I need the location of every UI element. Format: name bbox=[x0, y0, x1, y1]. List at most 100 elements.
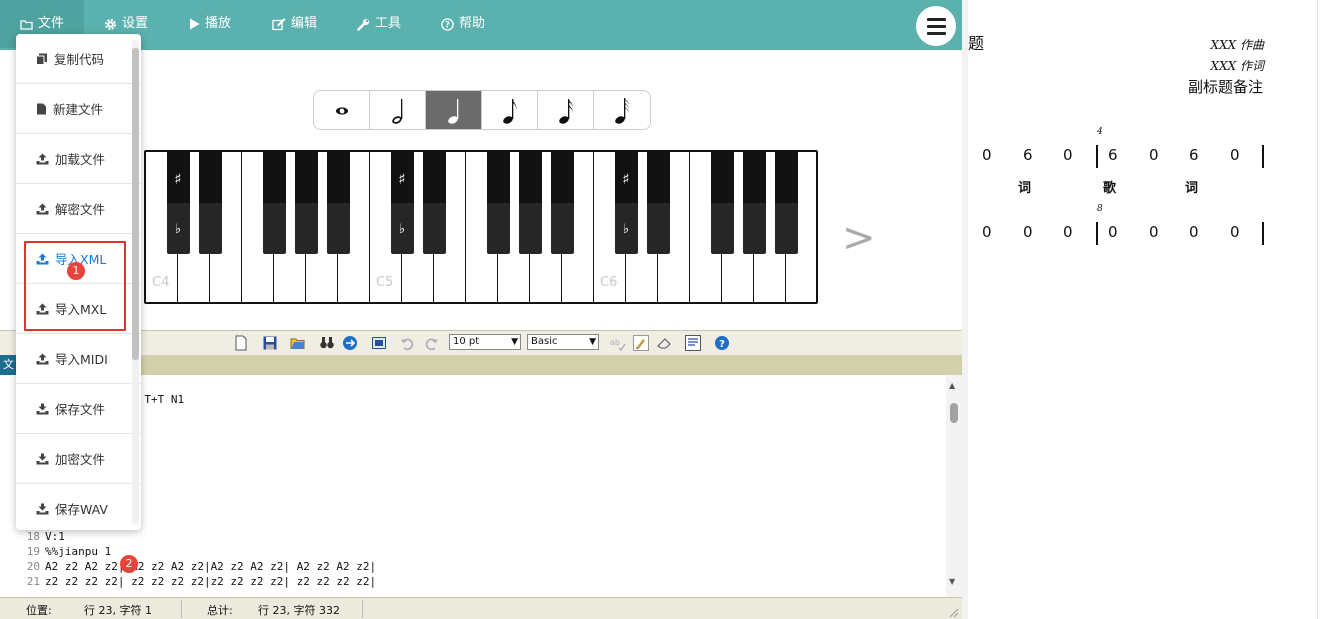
scroll-down-icon[interactable]: ▼ bbox=[949, 577, 955, 586]
save-icon[interactable] bbox=[262, 335, 278, 351]
eighth-note-button[interactable] bbox=[482, 91, 538, 129]
dropdown-scroll-thumb[interactable] bbox=[132, 48, 139, 360]
jianpu-note: 0 bbox=[1230, 146, 1240, 164]
black-key[interactable] bbox=[646, 152, 670, 254]
code-line: R-P-Q-T C1 O1, T+T N1 bbox=[0, 393, 940, 408]
new-document-icon[interactable] bbox=[233, 335, 249, 351]
code-line: e bbox=[0, 499, 940, 514]
pane-divider bbox=[1317, 0, 1318, 619]
menu-edit[interactable]: 编辑 bbox=[272, 0, 317, 48]
word-wrap-icon[interactable] bbox=[685, 335, 701, 351]
file-menu-item[interactable]: 保存WAV bbox=[16, 484, 141, 530]
highlight-brush-icon[interactable] bbox=[633, 335, 649, 351]
hamburger-menu-button[interactable] bbox=[916, 6, 956, 46]
spellcheck-icon[interactable]: ab bbox=[610, 335, 626, 351]
jianpu-note: 0 bbox=[1189, 223, 1199, 241]
download-icon bbox=[36, 453, 49, 465]
code-area[interactable]: R-P-Q-T C1 O1, T+T N1ponfont 18.0ravura … bbox=[0, 375, 946, 597]
black-key[interactable] bbox=[198, 152, 222, 254]
menu-help[interactable]: ? 帮助 bbox=[441, 0, 485, 48]
scroll-thumb[interactable] bbox=[950, 403, 958, 423]
syntax-style-select[interactable]: Basic ▼ bbox=[527, 334, 599, 350]
menu-tools[interactable]: 工具 bbox=[357, 0, 401, 48]
chevron-down-icon: ▼ bbox=[589, 337, 596, 347]
undo-icon[interactable] bbox=[399, 335, 415, 351]
menu-tools-label: 工具 bbox=[375, 16, 402, 31]
dropdown-scrollbar[interactable] bbox=[132, 40, 139, 524]
octave-label: C5 bbox=[376, 275, 394, 290]
black-key[interactable]: ♯ ♭ bbox=[166, 152, 190, 254]
copy-icon bbox=[36, 53, 48, 65]
sharp-symbol: ♯ bbox=[622, 170, 630, 188]
total-label: 总计: bbox=[207, 604, 233, 617]
sixteenth-note-button[interactable] bbox=[538, 91, 594, 129]
jianpu-note: 0 bbox=[1108, 223, 1118, 241]
black-key[interactable]: ♯ ♭ bbox=[614, 152, 638, 254]
lyric-syllable: 词 bbox=[1185, 181, 1199, 196]
eraser-icon[interactable] bbox=[656, 335, 672, 351]
black-key[interactable] bbox=[486, 152, 510, 254]
edit-icon bbox=[272, 17, 286, 30]
file-icon bbox=[36, 103, 47, 115]
black-key[interactable] bbox=[710, 152, 734, 254]
file-menu-item-label: 导入MIDI bbox=[55, 352, 108, 367]
file-menu-item[interactable]: 解密文件 bbox=[16, 184, 141, 234]
font-size-select[interactable]: 10 pt ▼ bbox=[449, 334, 521, 350]
sixteenth-note-icon bbox=[558, 99, 572, 124]
file-menu-item[interactable]: 加密文件 bbox=[16, 434, 141, 484]
total-value: 行 23, 字符 332 bbox=[258, 604, 340, 617]
line-text: V:1 bbox=[45, 529, 65, 543]
black-key[interactable] bbox=[742, 152, 766, 254]
whole-note-button[interactable] bbox=[314, 91, 370, 129]
file-menu-item-label: 加密文件 bbox=[55, 452, 106, 467]
binoculars-icon[interactable] bbox=[319, 335, 335, 351]
thirty-second-note-icon bbox=[615, 98, 629, 124]
file-menu-item[interactable]: 加载文件 bbox=[16, 134, 141, 184]
file-menu-item-label: 解密文件 bbox=[55, 202, 106, 217]
file-menu-item-label: 新建文件 bbox=[53, 102, 104, 117]
quarter-note-icon bbox=[447, 99, 458, 124]
line-text: z2 z2 z2 z2| z2 z2 z2 z2|z2 z2 z2 z2| z2… bbox=[45, 575, 377, 589]
black-key[interactable] bbox=[326, 152, 350, 254]
measure-number: 8 bbox=[1097, 204, 1103, 214]
line-number: 18 bbox=[26, 529, 40, 543]
black-key[interactable]: ♯ ♭ bbox=[390, 152, 414, 254]
resize-grip-icon[interactable] bbox=[948, 607, 959, 618]
redo-icon[interactable] bbox=[424, 335, 440, 351]
open-folder-icon[interactable] bbox=[290, 335, 306, 351]
thirty-second-note-button[interactable] bbox=[594, 91, 650, 129]
quarter-note-button[interactable] bbox=[426, 91, 482, 129]
file-menu-item[interactable]: 新建文件 bbox=[16, 84, 141, 134]
black-key[interactable] bbox=[294, 152, 318, 254]
line-number: 21 bbox=[26, 575, 40, 589]
black-key[interactable] bbox=[422, 152, 446, 254]
fullscreen-icon[interactable] bbox=[371, 335, 387, 351]
scroll-up-icon[interactable]: ▲ bbox=[949, 381, 955, 390]
black-key[interactable] bbox=[774, 152, 798, 254]
sharp-symbol: ♯ bbox=[174, 170, 182, 188]
black-key[interactable] bbox=[262, 152, 286, 254]
svg-text:ab: ab bbox=[610, 338, 620, 347]
jianpu-note: 0 bbox=[1149, 223, 1159, 241]
gear-icon bbox=[104, 18, 117, 30]
menu-play[interactable]: 播放 bbox=[189, 0, 231, 48]
sharp-symbol: ♯ bbox=[398, 170, 406, 188]
half-note-button[interactable] bbox=[370, 91, 426, 129]
next-octave-arrow[interactable]: > bbox=[842, 214, 876, 262]
file-menu-item[interactable]: 导入MIDI bbox=[16, 334, 141, 384]
barline bbox=[1096, 145, 1098, 168]
editor-scrollbar[interactable]: ▲ ▼ bbox=[946, 375, 962, 597]
help-icon[interactable]: ? bbox=[714, 335, 730, 351]
file-menu-item[interactable]: 保存文件 bbox=[16, 384, 141, 434]
file-menu-item[interactable]: 复制代码 bbox=[16, 34, 141, 84]
code-line: ponfont 18.0 bbox=[0, 408, 940, 423]
code-line: 19 %%jianpu 1 bbox=[0, 545, 940, 560]
download-icon bbox=[36, 503, 49, 515]
black-key[interactable] bbox=[550, 152, 574, 254]
replace-icon[interactable] bbox=[342, 335, 358, 351]
svg-text:?: ? bbox=[719, 339, 725, 350]
black-key[interactable] bbox=[518, 152, 542, 254]
file-menu-item-label: 保存WAV bbox=[55, 502, 108, 517]
